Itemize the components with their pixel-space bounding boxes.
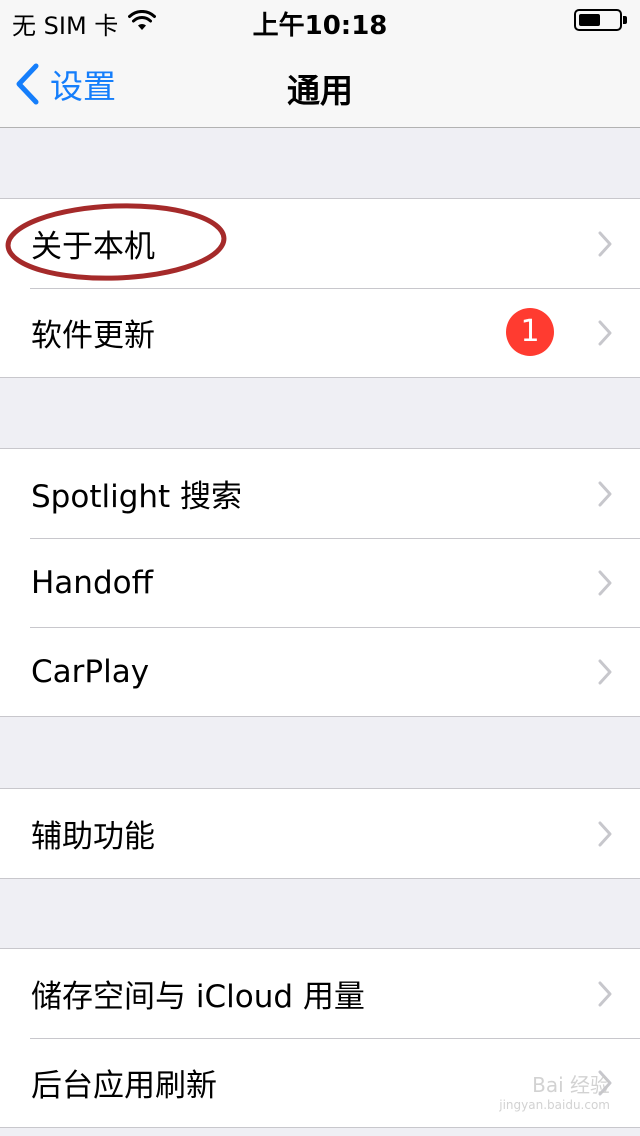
row-label: 储存空间与 iCloud 用量 (31, 979, 365, 1015)
row-label: 关于本机 (31, 229, 155, 265)
settings-group-accessibility: 辅助功能 (0, 788, 640, 879)
row-accessibility[interactable]: 辅助功能 (0, 789, 640, 878)
watermark: Bai 经验 jingyan.baidu.com (499, 1069, 610, 1112)
row-label: 辅助功能 (31, 819, 155, 855)
chevron-right-icon (598, 481, 612, 507)
row-spotlight-search[interactable]: Spotlight 搜索 (0, 449, 640, 538)
settings-group-about: 关于本机 软件更新 1 (0, 198, 640, 378)
settings-group-continuity: Spotlight 搜索 Handoff CarPlay (0, 448, 640, 717)
status-time: 上午10:18 (252, 11, 388, 41)
page-title: 通用 (287, 71, 353, 110)
watermark-text: Bai 经验 (532, 1073, 610, 1097)
chevron-right-icon (598, 320, 612, 346)
row-label: 后台应用刷新 (31, 1068, 217, 1104)
battery-nub (623, 16, 627, 24)
row-software-update[interactable]: 软件更新 1 (0, 288, 640, 377)
row-storage-icloud[interactable]: 储存空间与 iCloud 用量 (0, 949, 640, 1038)
notification-badge: 1 (506, 308, 554, 356)
navigation-bar: 设置 通用 (0, 40, 640, 128)
watermark-subtext: jingyan.baidu.com (499, 1098, 610, 1112)
row-label: Handoff (31, 564, 153, 601)
chevron-right-icon (598, 570, 612, 596)
row-about[interactable]: 关于本机 (0, 199, 640, 288)
row-label: Spotlight 搜索 (31, 479, 243, 515)
row-label: 软件更新 (31, 318, 155, 354)
chevron-right-icon (598, 981, 612, 1007)
chevron-right-icon (598, 821, 612, 847)
status-bar: 无 SIM 卡 上午10:18 (0, 0, 640, 41)
row-carplay[interactable]: CarPlay (0, 627, 640, 716)
chevron-right-icon (598, 659, 612, 685)
row-handoff[interactable]: Handoff (0, 538, 640, 627)
chevron-right-icon (598, 231, 612, 257)
battery-icon (574, 9, 627, 31)
battery-fill (579, 14, 600, 26)
row-label: CarPlay (31, 653, 150, 690)
